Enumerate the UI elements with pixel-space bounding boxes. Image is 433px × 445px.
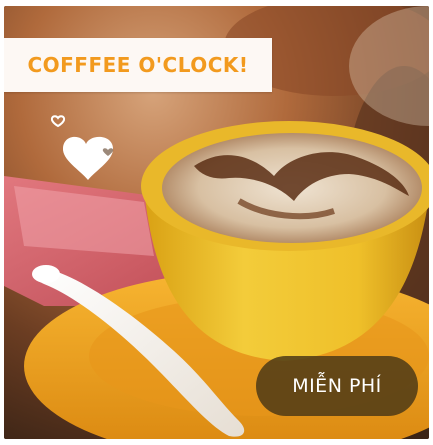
promo-card[interactable]: COFFFEE O'CLOCK! MIỄN PHÍ (4, 6, 429, 439)
free-badge-label: MIỄN PHÍ (292, 375, 382, 397)
free-badge[interactable]: MIỄN PHÍ (256, 356, 418, 416)
title-banner: COFFFEE O'CLOCK! (4, 38, 272, 92)
hearts-icon (50, 115, 114, 180)
card-title: COFFFEE O'CLOCK! (27, 53, 249, 77)
